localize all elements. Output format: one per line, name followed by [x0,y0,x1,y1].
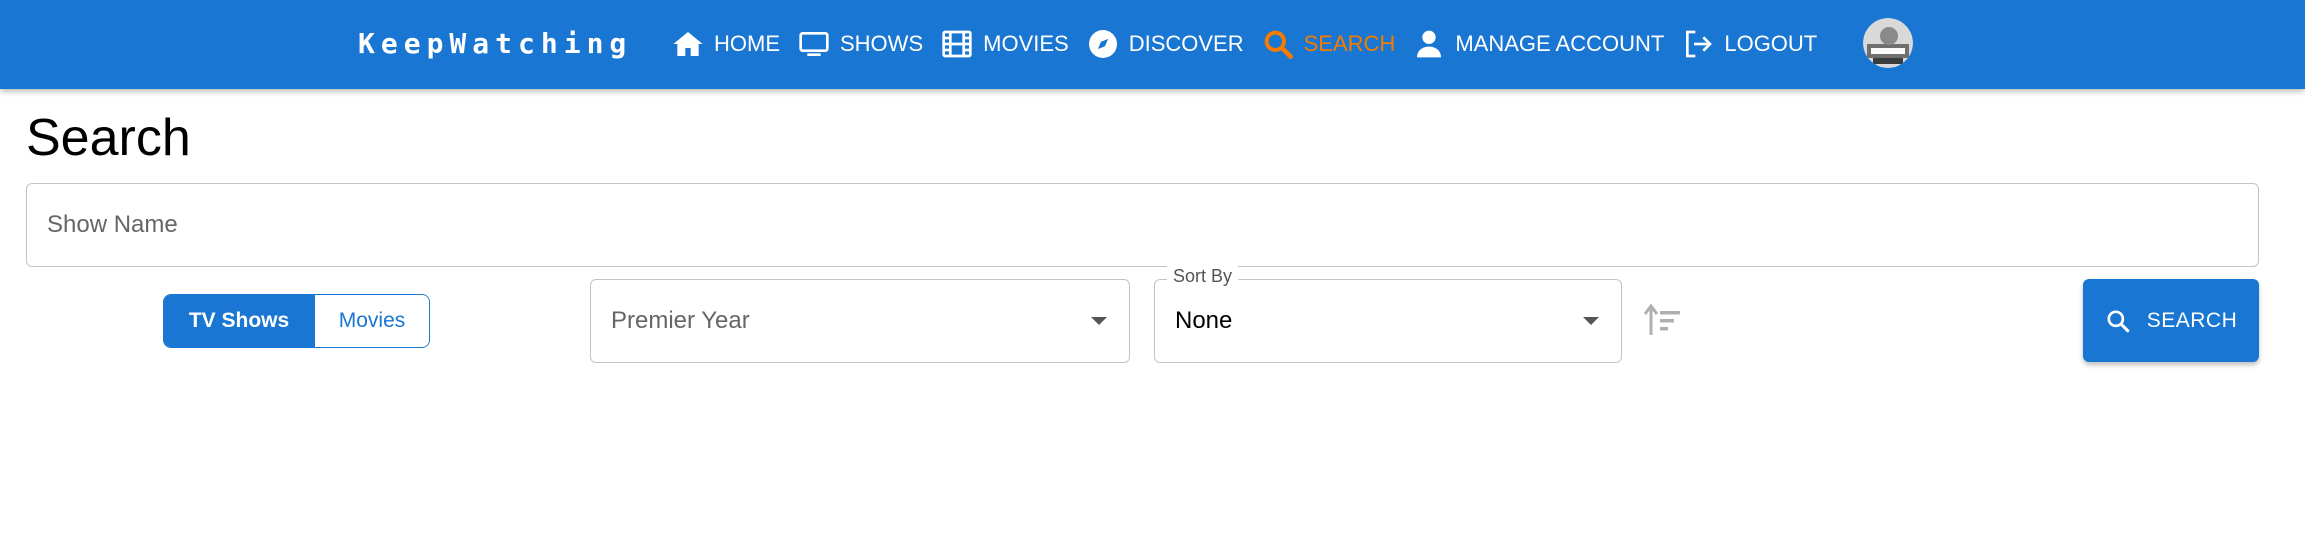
media-type-toggle: TV Shows Movies [163,294,430,348]
sort-by-value: None [1175,307,1233,334]
brand-logo[interactable]: KeepWatching [358,24,632,64]
avatar[interactable] [1863,18,1913,68]
show-name-field [26,183,2259,267]
search-icon [2105,308,2131,334]
page-title: Search [26,109,191,167]
nav-label-movies: MOVIES [983,31,1069,56]
premier-year-select[interactable]: Premier Year [590,279,1130,363]
toggle-movies[interactable]: Movies [314,295,429,347]
chevron-down-icon [1091,317,1107,325]
nav-label-search: SEARCH [1303,31,1396,56]
nav-item-manage-account[interactable]: MANAGE ACCOUNT [1413,20,1664,68]
search-button[interactable]: SEARCH [2083,279,2259,362]
sort-by-select[interactable]: Sort By None [1154,266,1622,363]
nav-label-manage-account: MANAGE ACCOUNT [1455,31,1665,56]
toggle-tv-shows[interactable]: TV Shows [164,295,314,347]
premier-year-placeholder: Premier Year [611,307,750,334]
film-icon [941,28,973,60]
nav-menu: HOME SHOWS MOVIES DISCOVER SEARCH MANAGE… [672,20,1835,68]
tv-icon [798,28,830,60]
home-icon [672,28,704,60]
app-bar: KeepWatching HOME SHOWS MOVIES DISCOVER [0,0,2305,89]
nav-item-home[interactable]: HOME [672,20,780,68]
chevron-down-icon [1583,317,1599,325]
nav-label-discover: DISCOVER [1128,31,1244,56]
nav-label-shows: SHOWS [840,31,924,56]
nav-label-logout: LOGOUT [1724,31,1818,56]
logout-icon [1682,28,1714,60]
nav-item-movies[interactable]: MOVIES [941,20,1069,68]
sort-by-label: Sort By [1167,266,1239,287]
search-button-label: SEARCH [2146,308,2238,332]
show-name-input[interactable] [27,184,2258,266]
nav-item-discover[interactable]: DISCOVER [1087,20,1244,68]
search-icon [1262,28,1294,60]
sort-direction-icon[interactable] [1643,301,1683,341]
compass-icon [1087,28,1119,60]
person-icon [1413,28,1445,60]
nav-label-home: HOME [714,31,780,56]
nav-item-logout[interactable]: LOGOUT [1682,20,1817,68]
nav-item-search[interactable]: SEARCH [1262,20,1396,68]
nav-item-shows[interactable]: SHOWS [798,20,923,68]
